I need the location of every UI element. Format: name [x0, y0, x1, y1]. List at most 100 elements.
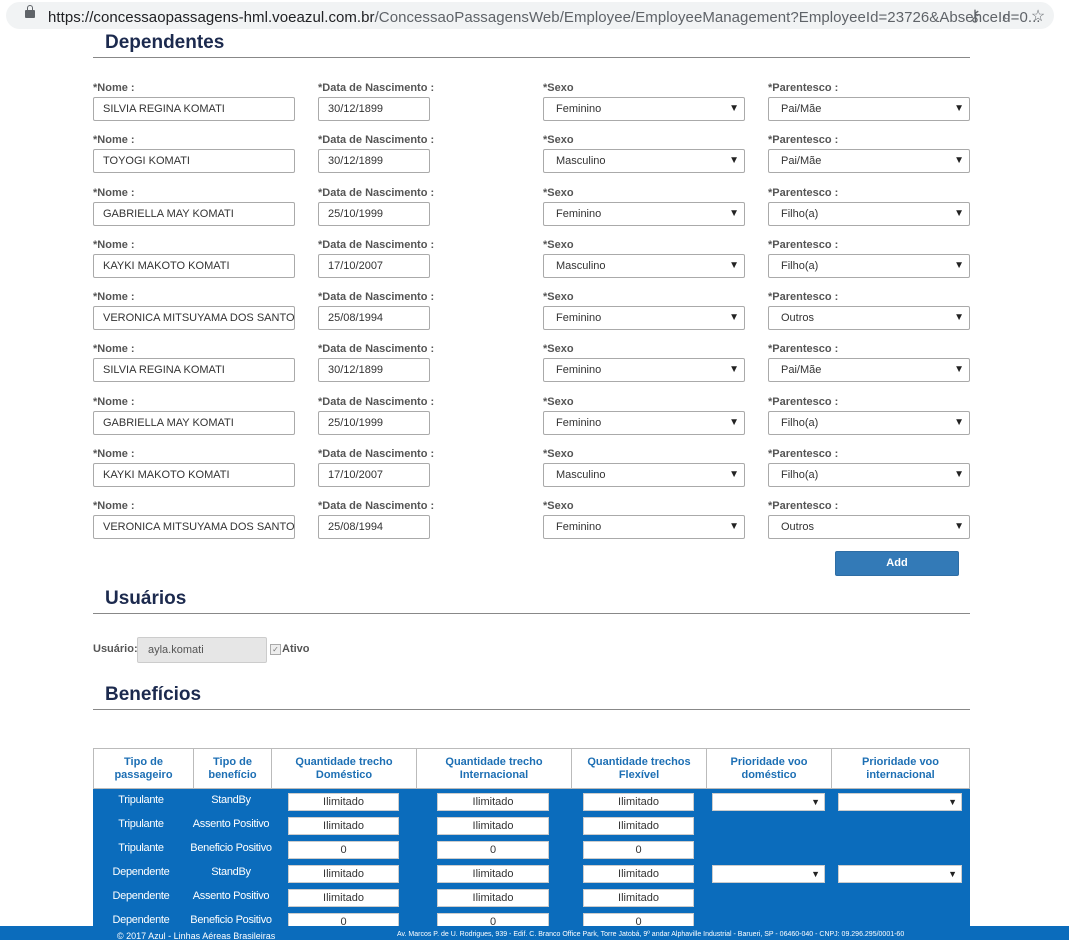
nome-input[interactable]: TOYOGI KOMATI — [93, 149, 295, 173]
sexo-select[interactable]: Masculino ▼ — [543, 254, 745, 278]
parentesco-value: Pai/Mãe — [781, 155, 822, 167]
internacional-input[interactable]: Ilimitado — [437, 889, 549, 907]
prioridade-domestico-select[interactable]: ▼ — [712, 793, 825, 811]
parentesco-value: Filho(a) — [781, 260, 819, 272]
nascimento-input[interactable]: 17/10/2007 — [318, 254, 430, 278]
ativo-checkbox[interactable]: ✓ — [270, 644, 281, 655]
parentesco-select[interactable]: Filho(a) ▼ — [768, 202, 970, 226]
domestico-input[interactable]: Ilimitado — [288, 817, 399, 835]
user-input[interactable]: ayla.komati — [137, 637, 267, 663]
parentesco-value: Filho(a) — [781, 208, 819, 220]
parentesco-select[interactable]: Filho(a) ▼ — [768, 411, 970, 435]
parentesco-value: Filho(a) — [781, 469, 819, 481]
domestico-input[interactable]: 0 — [288, 841, 399, 859]
header-tipo-beneficio: Tipo de benefício — [194, 749, 272, 788]
parentesco-label: *Parentesco : — [768, 187, 839, 199]
key-icon[interactable]: ⚷ — [965, 7, 985, 27]
flexivel-input[interactable]: Ilimitado — [583, 793, 694, 811]
sexo-value: Feminino — [556, 103, 602, 115]
sexo-value: Feminino — [556, 312, 602, 324]
sexo-value: Feminino — [556, 208, 602, 220]
dropdown-arrow-icon: ▼ — [729, 103, 739, 114]
zoom-icon[interactable]: ⌕ — [997, 7, 1017, 27]
sexo-select[interactable]: Feminino ▼ — [543, 515, 745, 539]
sexo-value: Feminino — [556, 417, 602, 429]
dropdown-arrow-icon: ▼ — [954, 469, 964, 480]
nascimento-input[interactable]: 25/08/1994 — [318, 515, 430, 539]
dropdown-arrow-icon: ▼ — [954, 260, 964, 271]
nome-input[interactable]: VERONICA MITSUYAMA DOS SANTO — [93, 306, 295, 330]
user-label: Usuário: — [93, 643, 138, 655]
nome-input[interactable]: SILVIA REGINA KOMATI — [93, 97, 295, 121]
beneficio-cell: Beneficio Positivo — [190, 914, 272, 926]
header-qtd-internacional: Quantidade trecho Internacional — [417, 749, 572, 788]
beneficio-cell: Assento Positivo — [192, 890, 270, 902]
sexo-select[interactable]: Feminino ▼ — [543, 97, 745, 121]
beneficio-cell: StandBy — [211, 794, 251, 806]
beneficio-cell: Assento Positivo — [192, 818, 270, 830]
sexo-select[interactable]: Feminino ▼ — [543, 202, 745, 226]
address-bar[interactable]: https://concessaopassagens-hml.voeazul.c… — [6, 2, 1054, 29]
dropdown-arrow-icon: ▼ — [948, 869, 957, 879]
parentesco-select[interactable]: Outros ▼ — [768, 515, 970, 539]
passageiro-cell: Tripulante — [118, 842, 164, 854]
parentesco-select[interactable]: Filho(a) ▼ — [768, 463, 970, 487]
nome-input[interactable]: KAYKI MAKOTO KOMATI — [93, 254, 295, 278]
dropdown-arrow-icon: ▼ — [954, 364, 964, 375]
sexo-select[interactable]: Feminino ▼ — [543, 306, 745, 330]
nome-input[interactable]: VERONICA MITSUYAMA DOS SANTOS — [93, 515, 295, 539]
sexo-value: Masculino — [556, 155, 606, 167]
sexo-select[interactable]: Masculino ▼ — [543, 463, 745, 487]
dropdown-arrow-icon: ▼ — [729, 312, 739, 323]
domestico-input[interactable]: Ilimitado — [288, 865, 399, 883]
sexo-select[interactable]: Feminino ▼ — [543, 358, 745, 382]
add-dependent-button[interactable]: Add — [835, 551, 959, 576]
domestico-input[interactable]: Ilimitado — [288, 793, 399, 811]
flexivel-input[interactable]: Ilimitado — [583, 865, 694, 883]
parentesco-select[interactable]: Pai/Mãe ▼ — [768, 97, 970, 121]
star-icon[interactable]: ☆ — [1028, 7, 1048, 27]
prioridade-internacional-select[interactable]: ▼ — [838, 793, 962, 811]
beneficios-title: Benefícios — [105, 684, 202, 705]
flexivel-input[interactable]: Ilimitado — [583, 817, 694, 835]
internacional-input[interactable]: Ilimitado — [437, 865, 549, 883]
parentesco-select[interactable]: Filho(a) ▼ — [768, 254, 970, 278]
dropdown-arrow-icon: ▼ — [948, 797, 957, 807]
dropdown-arrow-icon: ▼ — [954, 103, 964, 114]
internacional-input[interactable]: Ilimitado — [437, 817, 549, 835]
sexo-value: Masculino — [556, 469, 606, 481]
flexivel-input[interactable]: 0 — [583, 841, 694, 859]
parentesco-select[interactable]: Pai/Mãe ▼ — [768, 358, 970, 382]
prioridade-internacional-select[interactable]: ▼ — [838, 865, 962, 883]
nascimento-input[interactable]: 30/12/1899 — [318, 97, 430, 121]
sexo-label: *Sexo — [543, 291, 574, 303]
domestico-input[interactable]: Ilimitado — [288, 889, 399, 907]
parentesco-value: Outros — [781, 312, 815, 324]
sexo-select[interactable]: Feminino ▼ — [543, 411, 745, 435]
prioridade-domestico-select[interactable]: ▼ — [712, 865, 825, 883]
nome-input[interactable]: GABRIELLA MAY KOMATI — [93, 202, 295, 226]
sexo-label: *Sexo — [543, 134, 574, 146]
nascimento-input[interactable]: 30/12/1899 — [318, 358, 430, 382]
header-qtd-flexivel: Quantidade trechos Flexível — [572, 749, 707, 788]
parentesco-select[interactable]: Pai/Mãe ▼ — [768, 149, 970, 173]
parentesco-select[interactable]: Outros ▼ — [768, 306, 970, 330]
sexo-label: *Sexo — [543, 239, 574, 251]
internacional-input[interactable]: Ilimitado — [437, 793, 549, 811]
dropdown-arrow-icon: ▼ — [954, 208, 964, 219]
nome-input[interactable]: SILVIA REGINA KOMATI — [93, 358, 295, 382]
sexo-select[interactable]: Masculino ▼ — [543, 149, 745, 173]
nome-input[interactable]: KAYKI MAKOTO KOMATI — [93, 463, 295, 487]
sexo-label: *Sexo — [543, 396, 574, 408]
internacional-input[interactable]: 0 — [437, 841, 549, 859]
flexivel-input[interactable]: Ilimitado — [583, 889, 694, 907]
nascimento-input[interactable]: 17/10/2007 — [318, 463, 430, 487]
lock-icon[interactable] — [25, 5, 35, 18]
nascimento-input[interactable]: 25/10/1999 — [318, 411, 430, 435]
nome-input[interactable]: GABRIELLA MAY KOMATI — [93, 411, 295, 435]
dropdown-arrow-icon: ▼ — [954, 521, 964, 532]
url-text[interactable]: https://concessaopassagens-hml.voeazul.c… — [48, 9, 1041, 26]
nascimento-input[interactable]: 25/10/1999 — [318, 202, 430, 226]
nascimento-input[interactable]: 25/08/1994 — [318, 306, 430, 330]
nascimento-input[interactable]: 30/12/1899 — [318, 149, 430, 173]
